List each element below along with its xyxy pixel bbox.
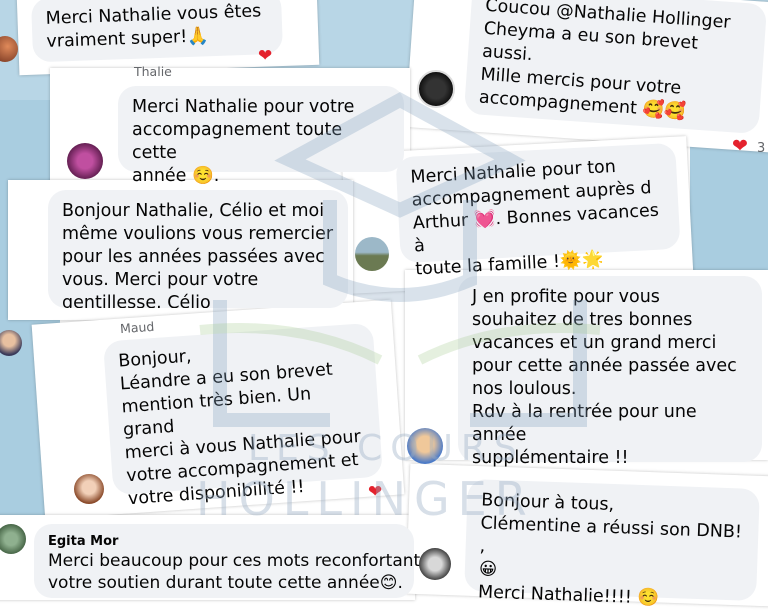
comment-bubble: Merci Nathalie vous êtes vraiment super!…	[30, 0, 284, 63]
comment-text: Merci beaucoup pour ces mots reconfortan…	[48, 551, 430, 593]
comment-text: Merci Nathalie pour votre accompagnement…	[132, 97, 355, 186]
watermark-text: HOLLINGER	[196, 472, 535, 526]
comment-bubble: Bonjour, Léandre a eu son brevet mention…	[102, 322, 384, 509]
comment-text: Merci Nathalie vous êtes vraiment super!…	[45, 1, 262, 52]
avatar[interactable]	[355, 237, 389, 271]
avatar[interactable]	[67, 143, 103, 179]
comment-text: Merci Nathalie pour ton accompagnement a…	[409, 156, 660, 280]
reaction-count: 3	[757, 141, 766, 156]
comment-author[interactable]: Maud	[120, 319, 155, 336]
comment-text: Coucou @Nathalie Hollinger Cheyma a eu s…	[478, 0, 732, 123]
comment-text: Bonjour Nathalie, Célio et moi même voul…	[62, 201, 334, 308]
comment-bubble: Coucou @Nathalie Hollinger Cheyma a eu s…	[463, 0, 768, 135]
comment-author[interactable]: Egita Mor	[48, 534, 400, 550]
comment-bubble: Merci Nathalie pour votre accompagnement…	[118, 86, 404, 186]
comment-bubble: Merci Nathalie pour ton accompagnement a…	[395, 142, 681, 279]
avatar[interactable]	[419, 548, 451, 580]
comment-bubble: Bonjour Nathalie, Célio et moi même voul…	[48, 190, 348, 308]
heart-reaction-icon[interactable]: ❤	[732, 137, 748, 156]
comment-bubble: Egita Mor Merci beaucoup pour ces mots r…	[34, 524, 430, 598]
heart-reaction-icon[interactable]: ❤	[258, 48, 272, 65]
avatar[interactable]	[74, 474, 104, 504]
comment-author[interactable]: Thalie	[134, 64, 172, 79]
avatar[interactable]	[417, 70, 455, 108]
watermark-text: LES COURS	[248, 428, 525, 469]
